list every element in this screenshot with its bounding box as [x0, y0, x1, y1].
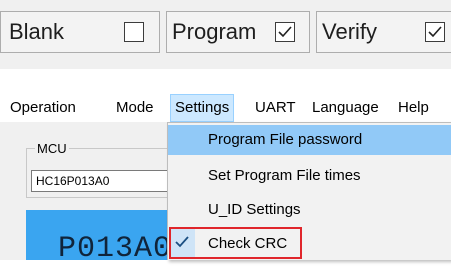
menu-settings[interactable]: Settings — [170, 94, 235, 122]
blank-option[interactable]: Blank — [0, 11, 160, 53]
menu-help[interactable]: Help — [398, 94, 429, 122]
menu-bar: Operation Mode Settings UART Language He… — [0, 94, 451, 122]
checkmark-icon — [278, 26, 292, 38]
menu-item-label: Program File password — [208, 131, 363, 148]
settings-dropdown: Program File password Set Program File t… — [167, 122, 451, 260]
verify-option[interactable]: Verify — [316, 11, 451, 53]
mcu-select[interactable]: HC16P013A0 — [31, 170, 181, 192]
menu-item-set-program-file-times[interactable]: Set Program File times — [168, 161, 451, 191]
menu-item-check-crc[interactable]: Check CRC — [168, 229, 451, 259]
blank-checkbox[interactable] — [124, 22, 144, 42]
mcu-group-label: MCU — [35, 141, 69, 156]
program-label: Program — [172, 19, 257, 44]
menu-operation[interactable]: Operation — [10, 94, 76, 122]
menu-language[interactable]: Language — [312, 94, 379, 122]
menu-item-label: Set Program File times — [208, 167, 361, 184]
checkmark-icon — [428, 26, 442, 38]
menu-item-label: Check CRC — [208, 235, 288, 252]
verify-checkbox[interactable] — [425, 22, 445, 42]
blank-label: Blank — [9, 19, 65, 44]
menu-item-label: U_ID Settings — [208, 201, 301, 218]
menu-uart[interactable]: UART — [255, 94, 296, 122]
menu-item-program-file-password[interactable]: Program File password — [168, 125, 451, 155]
options-toolbar: Blank Program Verify — [0, 0, 451, 69]
menu-item-uid-settings[interactable]: U_ID Settings — [168, 195, 451, 225]
program-option[interactable]: Program — [166, 11, 310, 53]
menu-mode[interactable]: Mode — [116, 94, 154, 122]
verify-label: Verify — [322, 19, 378, 44]
checkmark-icon — [175, 236, 189, 248]
program-checkbox[interactable] — [275, 22, 295, 42]
